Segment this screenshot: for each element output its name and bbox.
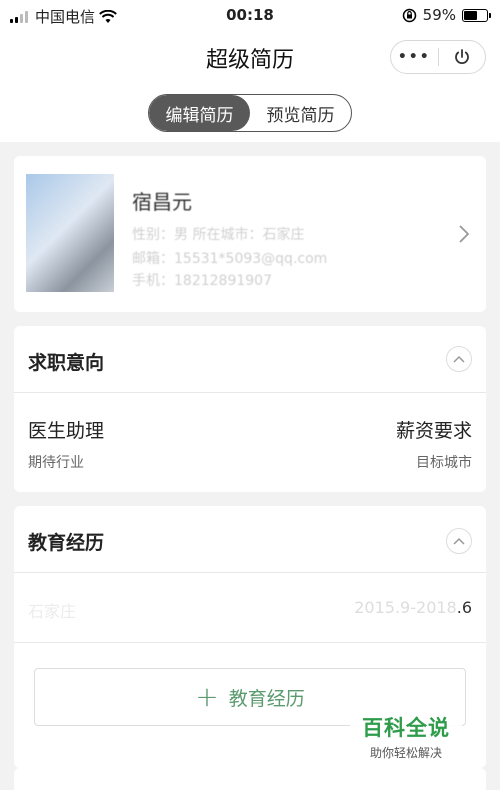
avatar [26,174,114,292]
status-bar: 中国电信 00:18 59% [0,0,500,30]
battery-icon [462,8,491,22]
watermark-title: 百科全说 [362,716,450,740]
nav-bar: 超级简历 ••• [0,30,500,86]
chevron-up-icon [453,355,465,363]
chevron-up-icon [453,537,465,545]
orientation-lock-icon [402,8,416,22]
divider [14,392,486,393]
education-title: 教育经历 [28,532,105,554]
education-date-range: 2015.9-2018 [354,598,457,617]
battery-percent: 59% [422,6,456,24]
education-date: 2015.9-2018.6 [354,598,472,617]
divider [14,572,486,573]
salary-expectation[interactable]: 薪资要求 [396,416,472,443]
divider [14,642,486,643]
mini-program-capsule: ••• [390,40,486,74]
education-date-end: .6 [456,598,472,617]
job-position[interactable]: 医生助理 [28,416,104,443]
profile-name: 宿昌元 [132,190,192,214]
add-education-label: 教育经历 [228,687,305,710]
profile-phone: 手机：18212891907 [132,273,272,289]
profile-card[interactable]: 宿昌元 性别：男 所在城市：石家庄 邮箱：15531*5093@qq.com 手… [14,156,486,312]
watermark: 百科全说 助你轻松解决 [350,706,462,764]
job-intent-title: 求职意向 [28,352,105,374]
resume-mode-toggle: 编辑简历 预览简历 [148,94,352,132]
plus-icon: + [195,680,219,713]
collapse-education-button[interactable] [446,528,472,554]
expected-industry[interactable]: 期待行业 [28,452,84,472]
power-icon[interactable] [438,47,485,67]
chevron-right-icon[interactable] [458,224,470,244]
tabs-area: 编辑简历 预览简历 [0,86,500,142]
tab-edit-resume[interactable]: 编辑简历 [149,95,250,131]
profile-email: 邮箱：15531*5093@qq.com [132,251,328,267]
collapse-job-intent-button[interactable] [446,346,472,372]
education-school[interactable]: 石家庄 [28,598,76,622]
profile-gender-city: 性别：男 所在城市：石家庄 [132,227,305,243]
target-city[interactable]: 目标城市 [416,452,472,472]
watermark-subtitle: 助你轻松解决 [369,746,442,760]
next-section-card [14,768,486,790]
more-dots-icon[interactable]: ••• [391,49,438,65]
tab-preview-resume[interactable]: 预览简历 [250,95,351,131]
status-right: 59% [402,6,491,24]
job-intent-card: 求职意向 医生助理 薪资要求 期待行业 目标城市 [14,326,486,492]
